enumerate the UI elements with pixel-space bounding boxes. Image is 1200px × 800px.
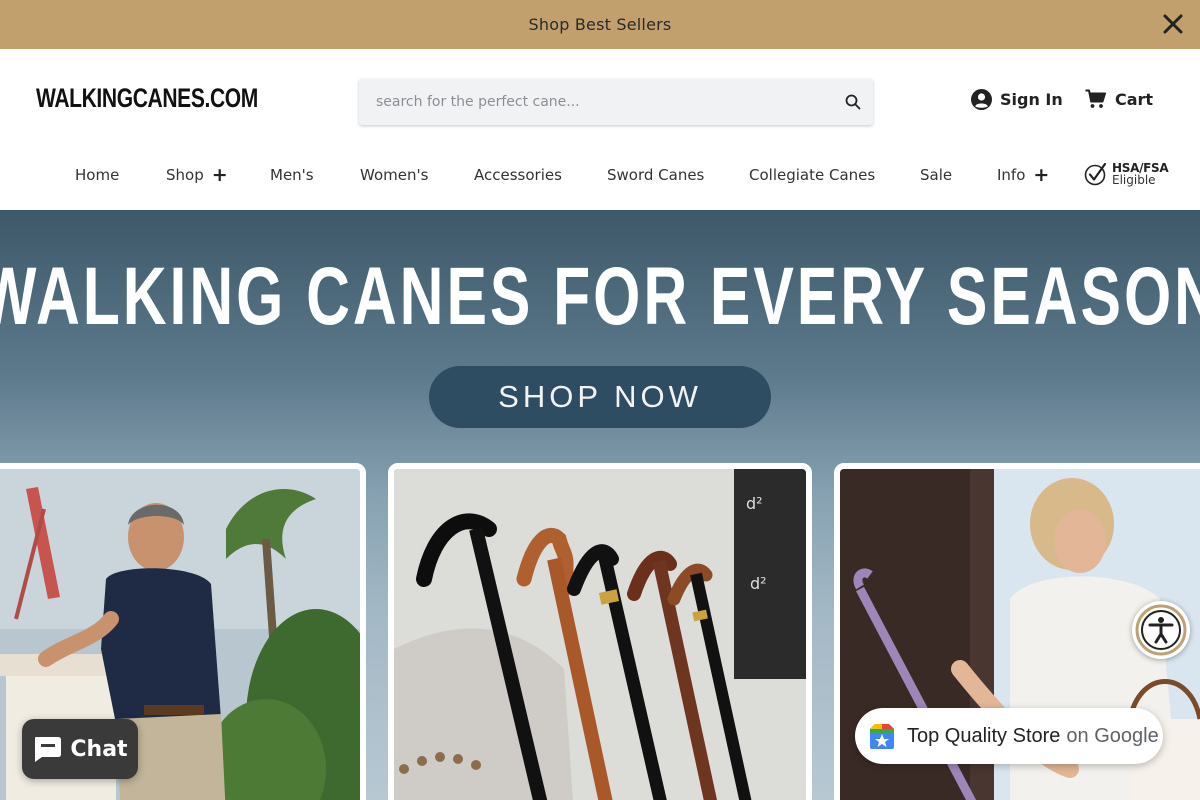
svg-text:d²: d² [746,494,763,513]
nav-label: Shop [166,166,204,184]
main-nav: Home Shop + Men's Women's Accessories Sw… [0,161,1200,189]
site-logo[interactable]: WALKINGCANES.COM [36,83,258,114]
nav-label: Info [997,166,1026,184]
google-shopping-icon [870,724,894,749]
hero-title: WALKING CANES FOR EVERY SEASON [0,250,1200,344]
sign-in-link[interactable]: Sign In [971,89,1063,110]
nav-label: Home [75,166,120,184]
chat-button[interactable]: Chat [22,719,138,779]
close-icon [1163,14,1183,34]
nav-item-home[interactable]: Home [75,161,119,189]
nav-item-sword-canes[interactable]: Sword Canes [607,161,704,189]
search-input[interactable] [374,93,833,111]
checkmark-icon [1084,162,1107,186]
search-icon [845,94,861,110]
nav-item-collegiate-canes[interactable]: Collegiate Canes [749,161,875,189]
nav-label: Collegiate Canes [749,166,876,184]
hsa-fsa-badge[interactable]: HSA/FSA Eligible [1084,161,1169,187]
hero-title-text: WALKING CANES FOR EVERY SEASON [0,251,1200,342]
site-header: WALKINGCANES.COM Sign In Cart Home [0,49,1200,210]
hsa-line-2: Eligible [1112,173,1156,187]
hero-photo-canes[interactable]: d² d² [388,463,812,800]
close-announcement-button[interactable] [1160,11,1186,37]
shop-now-button[interactable]: SHOP NOW [429,366,771,428]
nav-label: Accessories [474,166,562,184]
google-badge-title: Top Quality Store [907,724,1061,747]
google-badge-suffix: on Google [1066,724,1159,747]
plus-icon: + [1033,163,1050,186]
svg-text:d²: d² [750,574,767,593]
cane-collection-image: d² d² [394,469,806,800]
nav-label: Women's [360,166,429,184]
accessibility-button[interactable] [1132,601,1190,659]
chat-bubble-icon [35,737,62,762]
search-button[interactable] [833,79,873,125]
google-top-quality-store-badge[interactable]: Top Quality Store on Google [855,708,1163,764]
search-bar [359,79,873,125]
nav-item-womens[interactable]: Women's [360,161,428,189]
announcement-bar: Shop Best Sellers [0,0,1200,49]
nav-item-sale[interactable]: Sale [920,161,952,189]
chat-label: Chat [70,736,128,762]
nav-label: Men's [270,166,314,184]
plus-icon: + [211,163,228,186]
sign-in-label: Sign In [1000,90,1063,109]
cart-link[interactable]: Cart [1085,89,1153,109]
announcement-link[interactable]: Shop Best Sellers [529,15,672,34]
nav-item-info[interactable]: Info + [997,161,1049,189]
nav-label: Sword Canes [607,166,705,184]
user-icon [971,89,992,110]
nav-item-shop[interactable]: Shop + [166,161,228,189]
cart-icon [1085,89,1106,108]
nav-item-mens[interactable]: Men's [270,161,314,189]
hsa-text: HSA/FSA Eligible [1112,162,1169,187]
nav-label: Sale [920,166,953,184]
cart-label: Cart [1115,89,1154,109]
accessibility-icon [1135,604,1187,656]
nav-item-accessories[interactable]: Accessories [474,161,562,189]
